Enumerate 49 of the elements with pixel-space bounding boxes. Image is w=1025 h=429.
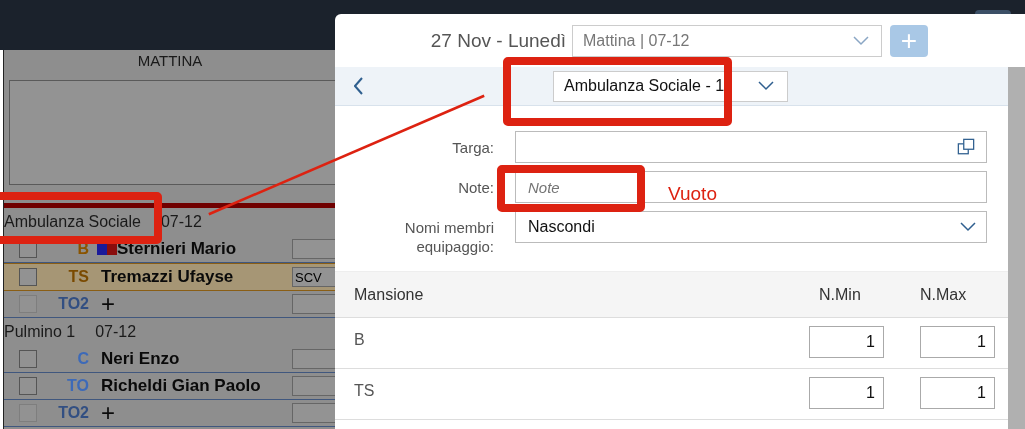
role-code: TO2 xyxy=(57,295,89,313)
back-icon[interactable] xyxy=(354,77,364,95)
remark-field[interactable]: SCV xyxy=(292,267,336,287)
chevron-down-icon xyxy=(758,81,774,91)
date-title: 27 Nov - Lunedì xyxy=(430,29,566,52)
vehicle-select[interactable]: Ambulanza Sociale - 1 xyxy=(553,70,788,102)
remark-field[interactable] xyxy=(292,239,336,259)
vehicle-name: Ambulanza Sociale xyxy=(4,213,141,231)
member-name: Richeldi Gian Paolo xyxy=(101,376,261,396)
table-cell-text: B xyxy=(353,330,366,349)
member-name: Sternieri Mario xyxy=(117,239,237,259)
checkbox[interactable] xyxy=(19,377,37,395)
checkbox[interactable] xyxy=(19,350,37,368)
scrollbar[interactable] xyxy=(1008,67,1025,429)
copy-icon[interactable] xyxy=(957,138,975,156)
min-input[interactable]: 1 xyxy=(809,377,884,409)
max-input[interactable]: 1 xyxy=(920,326,995,358)
vehicle-time: 07-12 xyxy=(160,213,202,231)
table-cell-text: TS xyxy=(353,381,376,400)
member-name: Tremazzi Ufayse xyxy=(101,267,234,287)
max-input[interactable]: 1 xyxy=(920,377,995,409)
remark-field[interactable] xyxy=(292,349,336,369)
column-header: N.Min xyxy=(819,285,862,304)
checkbox[interactable] xyxy=(19,268,37,286)
input-field[interactable] xyxy=(515,131,987,163)
shift-select[interactable]: Mattina | 07-12 xyxy=(572,24,882,57)
column-header: Mansione xyxy=(353,285,425,304)
field-label: Note: xyxy=(457,178,494,197)
chevron-down-icon xyxy=(853,35,869,46)
crew-names-select[interactable]: Nascondi xyxy=(515,211,987,243)
role-code: C xyxy=(76,350,89,368)
chevron-down-icon xyxy=(960,222,976,232)
role-code: TS xyxy=(67,268,89,286)
column-header: N.Max xyxy=(920,285,968,304)
crew-row[interactable]: TO Richeldi Gian Paolo xyxy=(4,373,336,400)
role-code: TO xyxy=(66,377,89,395)
remark-field[interactable] xyxy=(292,376,336,396)
min-input[interactable]: 1 xyxy=(809,326,884,358)
vehicle-time: 07-12 xyxy=(95,323,137,341)
shift-title: MATTINA xyxy=(136,51,204,71)
crew-row[interactable]: TS Tremazzi Ufayse SCV xyxy=(4,263,336,291)
field-label: Nomi membri equipaggio: xyxy=(403,218,494,256)
member-name: Neri Enzo xyxy=(101,349,180,369)
crew-row[interactable]: C Neri Enzo xyxy=(4,346,336,373)
role-code: TO2 xyxy=(57,404,89,422)
field-label: Targa: xyxy=(451,138,494,157)
annotation-label: Vuoto xyxy=(668,183,717,205)
notes-area[interactable] xyxy=(9,80,336,185)
vehicle-name: Pulmino 1 xyxy=(4,323,76,341)
